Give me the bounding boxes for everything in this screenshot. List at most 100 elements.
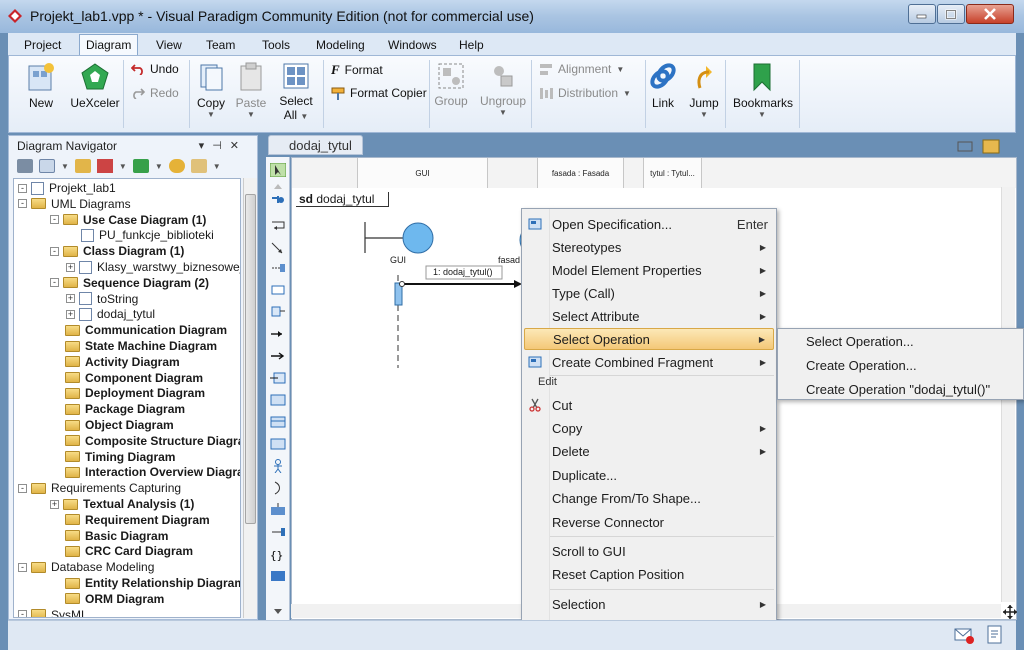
menu-item-stereotypes[interactable]: Stereotypes ▶ (524, 236, 774, 258)
menu-item-type-call[interactable]: Type (Call) ▶ (524, 282, 774, 304)
menu-item-selection[interactable]: Selection ▶ (524, 593, 774, 615)
open-folder-icon[interactable] (74, 159, 91, 173)
expand-icon[interactable]: + (66, 294, 75, 304)
maximize-button[interactable] (937, 4, 965, 24)
message-tool-icon[interactable] (270, 219, 286, 233)
coregion-tool-icon[interactable] (270, 525, 286, 539)
expand-icon[interactable]: + (66, 262, 75, 272)
collapse-icon[interactable]: - (18, 199, 27, 209)
folder-options-icon[interactable] (190, 159, 207, 173)
tree-item[interactable]: Component Diagram (50, 370, 203, 386)
menu-tools[interactable]: Tools (256, 36, 296, 54)
collapse-icon[interactable]: - (18, 483, 27, 493)
tree-item[interactable]: CRC Card Diagram (50, 543, 193, 559)
async-message-tool-icon[interactable] (270, 349, 286, 363)
tree-item[interactable]: - Database Modeling (18, 559, 154, 575)
menu-item-reverse-connector[interactable]: Reverse Connector (524, 511, 774, 533)
create-operation-item[interactable]: Create Operation... (806, 354, 917, 376)
jump-button[interactable]: Jump ▼ (687, 62, 721, 119)
group-button[interactable]: Group (433, 62, 469, 108)
tree-item[interactable]: Interaction Overview Diagram (50, 464, 240, 480)
up-icon[interactable] (132, 159, 149, 173)
menu-windows[interactable]: Windows (382, 36, 443, 54)
tree-item[interactable]: - Requirements Capturing (18, 480, 181, 496)
tree-item[interactable]: Package Diagram (50, 401, 185, 417)
refresh-icon[interactable] (168, 159, 185, 173)
tree-item[interactable]: State Machine Diagram (50, 338, 217, 354)
menu-item-scroll-to-gui[interactable]: Scroll to GUI (524, 540, 774, 562)
expand-icon[interactable]: + (66, 309, 75, 319)
message-label[interactable]: 1: dodaj_tytul() (433, 267, 493, 277)
tree-item[interactable]: + dodaj_tytul (66, 306, 155, 322)
gate-tool-icon[interactable] (270, 437, 286, 451)
expand-icon[interactable]: + (50, 499, 59, 509)
tree-item[interactable]: Communication Diagram (50, 322, 227, 338)
format-copier-button[interactable]: Format Copier (331, 86, 427, 100)
collapse-icon[interactable]: - (50, 215, 59, 225)
tree-item[interactable]: - SysML (18, 607, 88, 617)
tree-item[interactable]: PU_funkcje_biblioteki (66, 227, 214, 243)
call-message-tool-icon[interactable] (270, 241, 286, 255)
close-button[interactable] (966, 4, 1014, 24)
menu-project[interactable]: Project (18, 36, 67, 54)
bookmarks-button[interactable]: Bookmarks ▼ (733, 62, 793, 119)
tree-item[interactable]: + Klasy_warstwy_biznesowej (66, 259, 240, 275)
minimize-button[interactable] (908, 4, 936, 24)
navigator-scroll-thumb[interactable] (245, 194, 256, 524)
sort-dropdown-icon[interactable]: ▼ (119, 162, 127, 171)
combined-fragment-tool-icon[interactable] (270, 393, 286, 407)
collapse-icon[interactable]: - (18, 610, 27, 617)
state-invariant-tool-icon[interactable] (270, 503, 286, 517)
uexceler-button[interactable]: UeXceler (69, 62, 121, 110)
tree-item[interactable]: ORM Diagram (50, 591, 164, 607)
duration-constraint-tool-icon[interactable]: {} (270, 547, 286, 561)
document-icon[interactable] (986, 625, 1004, 645)
tree-item[interactable]: + toString (66, 291, 138, 307)
grid-icon[interactable] (39, 159, 55, 173)
menu-item-create-combined-fragment[interactable]: Create Combined Fragment ▶ (524, 351, 774, 373)
select-all-button[interactable]: Select All ▼ (275, 62, 317, 122)
menu-item-select-operation[interactable]: Select Operation ▶ (524, 328, 774, 350)
tree-item[interactable]: Timing Diagram (50, 449, 175, 465)
navigator-panel-controls[interactable]: ▾⊣✕ (199, 139, 247, 152)
menu-team[interactable]: Team (200, 36, 241, 54)
move-canvas-icon[interactable] (1003, 605, 1017, 619)
actor-tool-icon[interactable] (270, 195, 286, 209)
collapse-icon[interactable]: - (18, 183, 27, 193)
select-operation-item[interactable]: Select Operation... (806, 330, 914, 352)
collapse-icon[interactable]: - (18, 562, 27, 572)
create-message-tool-icon[interactable] (270, 261, 286, 275)
diagram-view-icons[interactable] (955, 138, 1005, 154)
palette-scroll-down-icon[interactable] (270, 605, 286, 619)
self-message-tool-icon[interactable] (270, 305, 286, 319)
menu-item-reset-caption-position[interactable]: Reset Caption Position (524, 564, 774, 586)
tree-item[interactable]: - Use Case Diagram (1) (50, 212, 206, 228)
selector-tool-icon[interactable] (270, 163, 286, 177)
menu-item-model-element-properties[interactable]: Model Element Properties ▶ (524, 259, 774, 281)
menu-item-change-from-to-shape[interactable]: Change From/To Shape... (524, 488, 774, 510)
tree-item[interactable]: - Projekt_lab1 (18, 180, 116, 196)
menu-item-cut[interactable]: Cut (524, 394, 774, 416)
found-message-tool-icon[interactable] (270, 371, 286, 385)
copy-button[interactable]: Copy ▼ (193, 62, 229, 119)
menu-diagram[interactable]: Diagram (79, 34, 139, 55)
tree-item[interactable]: Basic Diagram (50, 528, 168, 544)
ungroup-button[interactable]: Ungroup ▼ (477, 62, 529, 117)
sync-message-tool-icon[interactable] (270, 327, 286, 341)
menu-help[interactable]: Help (453, 36, 490, 54)
tree-item[interactable]: Composite Structure Diagram (50, 433, 240, 449)
duration-message-tool-icon[interactable] (270, 283, 286, 297)
tree-item[interactable]: - Sequence Diagram (2) (50, 275, 209, 291)
link-button[interactable]: Link (649, 62, 677, 110)
alignment-button[interactable]: Alignment ▼ (539, 62, 624, 76)
format-button[interactable]: F Format (331, 62, 383, 78)
tree-item[interactable]: Entity Relationship Diagram (50, 575, 240, 591)
tree-item[interactable]: - UML Diagrams (18, 196, 131, 212)
distribution-button[interactable]: Distribution ▼ (539, 86, 631, 100)
actor-figure-tool-icon[interactable] (270, 459, 286, 473)
undo-button[interactable]: Undo (131, 62, 179, 76)
menu-item-delete[interactable]: Delete ▶ (524, 441, 774, 463)
paste-button[interactable]: Paste ▼ (233, 62, 269, 119)
redo-button[interactable]: Redo (131, 86, 179, 100)
up-dropdown-icon[interactable]: ▼ (155, 162, 163, 171)
